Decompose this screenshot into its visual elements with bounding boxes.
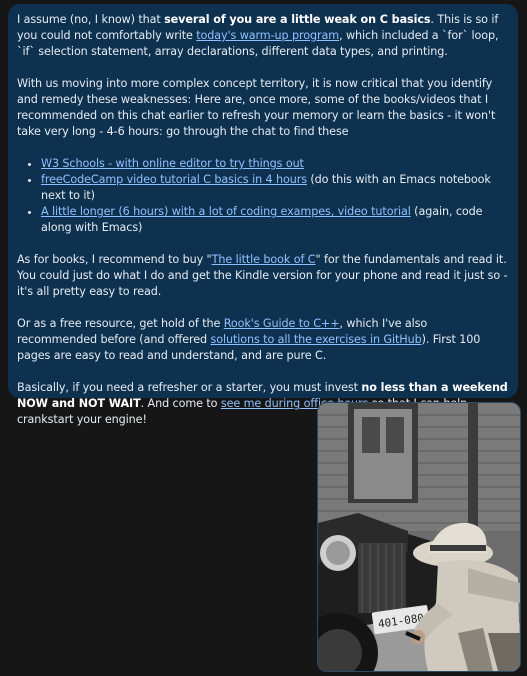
text: . And come to bbox=[140, 397, 221, 410]
text: Or as a free resource, get hold of the bbox=[17, 317, 224, 330]
message-paragraph-4: Or as a free resource, get hold of the R… bbox=[17, 316, 509, 364]
w3schools-link[interactable]: W3 Schools - with online editor to try t… bbox=[41, 157, 304, 170]
little-book-of-c-link[interactable]: The little book of C bbox=[212, 253, 316, 266]
chat-message-bubble: I assume (no, I know) that several of yo… bbox=[8, 4, 518, 426]
crank-starting-car-illustration: 401-080 bbox=[318, 403, 520, 671]
warm-up-program-link[interactable]: today's warm-up program bbox=[196, 29, 339, 42]
list-item: A little longer (6 hours) with a lot of … bbox=[41, 204, 509, 236]
github-solutions-link[interactable]: solutions to all the exercises in GitHub bbox=[210, 333, 421, 346]
freecodecamp-link[interactable]: freeCodeCamp video tutorial C basics in … bbox=[41, 173, 307, 186]
text: Basically, if you need a refresher or a … bbox=[17, 381, 362, 394]
message-paragraph-2: With us moving into more complex concept… bbox=[17, 77, 496, 138]
text: I assume (no, I know) that bbox=[17, 13, 165, 26]
rooks-guide-link[interactable]: Rook's Guide to C++ bbox=[224, 317, 340, 330]
text: As for books, I recommend to buy " bbox=[17, 253, 212, 266]
resource-list: W3 Schools - with online editor to try t… bbox=[17, 156, 509, 236]
list-item: freeCodeCamp video tutorial C basics in … bbox=[41, 172, 509, 204]
bold-text: several of you are a little weak on C ba… bbox=[164, 13, 431, 26]
list-item: W3 Schools - with online editor to try t… bbox=[41, 156, 509, 172]
message-paragraph-1: I assume (no, I know) that several of yo… bbox=[17, 12, 509, 60]
message-paragraph-3: As for books, I recommend to buy "The li… bbox=[17, 252, 509, 300]
attached-photo[interactable]: 401-080 bbox=[317, 402, 521, 672]
video-tutorial-link[interactable]: A little longer (6 hours) with a lot of … bbox=[41, 205, 411, 218]
